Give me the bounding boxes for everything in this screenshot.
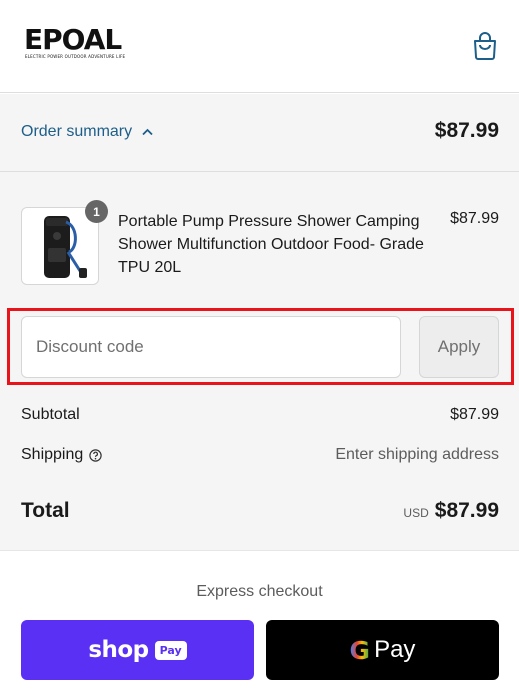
total-row: Total USD $87.99 — [21, 499, 499, 523]
google-g-icon: G — [349, 635, 371, 665]
shower-bag-image — [44, 216, 87, 278]
product-price: $87.99 — [450, 210, 499, 227]
subtotal-row: Subtotal $87.99 — [21, 406, 499, 424]
order-summary-toggle[interactable]: Order summary — [21, 123, 153, 141]
line-item: 1 Portable Pump Pressure Shower Camping … — [21, 200, 499, 287]
google-pay-button[interactable]: G Pay — [266, 620, 499, 680]
currency-code: USD — [403, 506, 429, 520]
logo-wordmark: EPOAL — [24, 23, 122, 56]
discount-code-input[interactable] — [21, 316, 401, 378]
shop-pay-wordmark: shop — [88, 637, 149, 663]
shipping-row: Shipping Enter shipping address — [21, 446, 499, 464]
product-name: Portable Pump Pressure Shower Camping Sh… — [118, 213, 424, 276]
subtotal-label: Subtotal — [21, 406, 80, 423]
chevron-up-icon — [142, 128, 153, 136]
order-summary-toggle-row: Order summary $87.99 — [0, 94, 519, 172]
order-summary-panel: Order summary $87.99 1 Portable Pump Pre… — [0, 94, 519, 550]
subtotal-value: $87.99 — [450, 406, 499, 423]
express-checkout-title: Express checkout — [196, 583, 323, 600]
logo-tagline: ELECTRIC POWER OUTDOOR ADVENTURE LIFE — [25, 54, 126, 59]
order-summary-total: $87.99 — [434, 119, 499, 142]
store-logo[interactable]: EPOAL ELECTRIC POWER OUTDOOR ADVENTURE L… — [24, 23, 138, 60]
shipping-value: Enter shipping address — [335, 446, 499, 463]
cart-button[interactable] — [471, 30, 499, 60]
quantity-badge: 1 — [85, 200, 108, 223]
shipping-label: Shipping — [21, 446, 84, 463]
checkout-header: EPOAL ELECTRIC POWER OUTDOOR ADVENTURE L… — [0, 0, 519, 93]
total-value: $87.99 — [434, 499, 499, 522]
total-label: Total — [21, 499, 70, 522]
shopping-bag-icon — [474, 32, 496, 60]
help-circle-icon[interactable] — [89, 448, 102, 462]
google-pay-wordmark: Pay — [374, 636, 416, 663]
shop-pay-badge: Pay — [154, 640, 187, 660]
apply-discount-button[interactable]: Apply — [419, 316, 499, 378]
shop-pay-button[interactable]: shop Pay — [21, 620, 254, 680]
express-checkout-section: Express checkout shop Pay G Pay — [0, 550, 519, 700]
order-summary-label: Order summary — [21, 123, 133, 140]
